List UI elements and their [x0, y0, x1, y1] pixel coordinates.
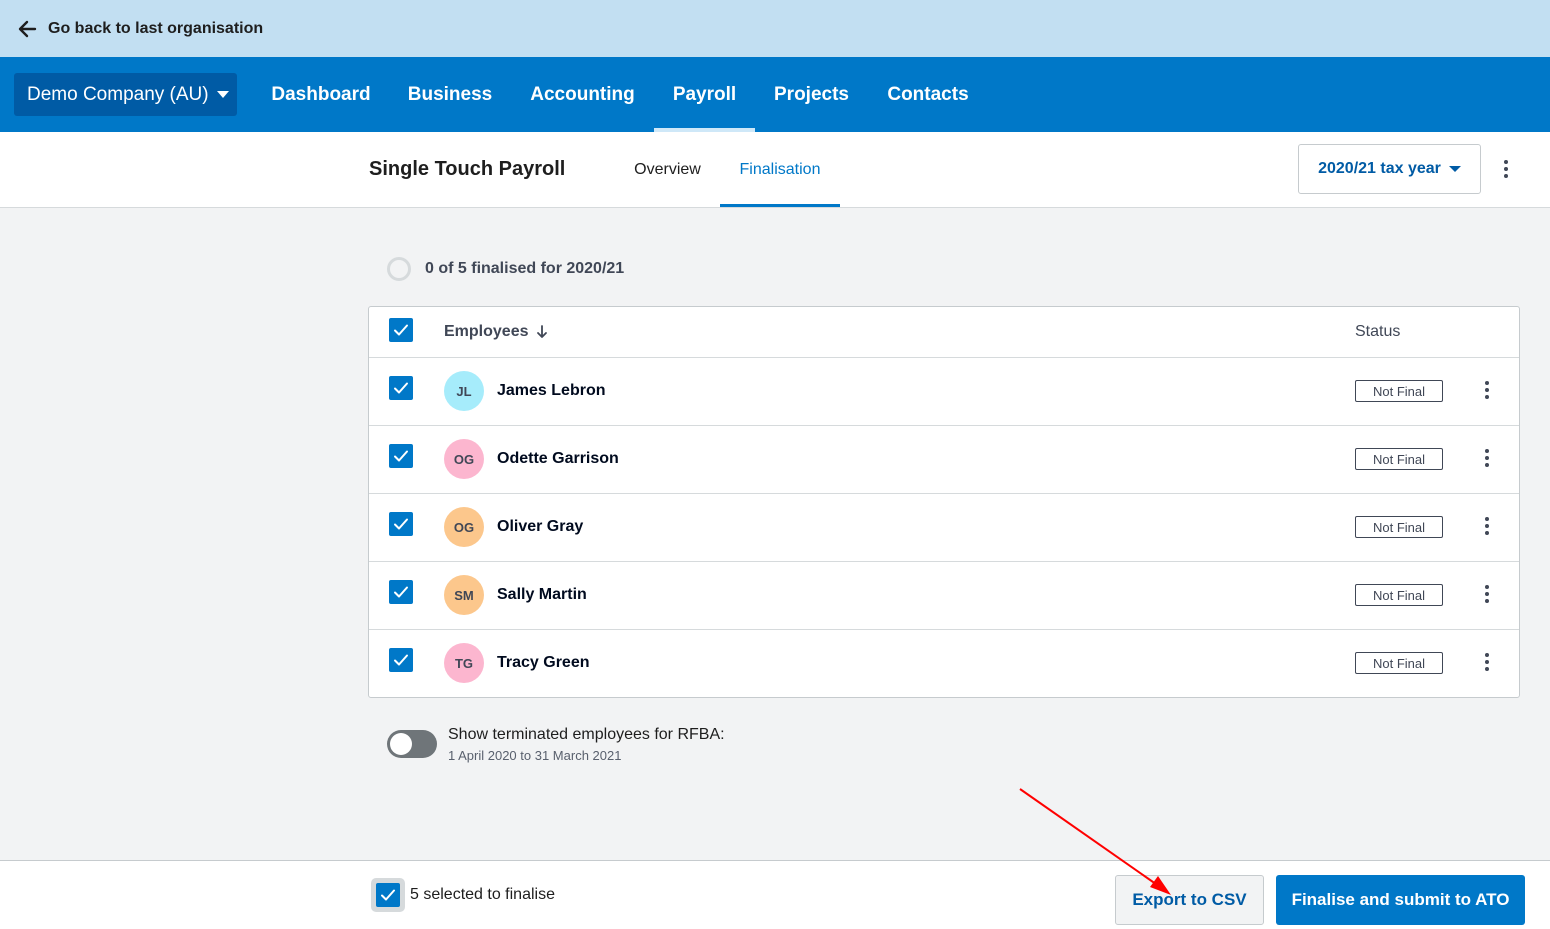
- nav-payroll[interactable]: Payroll: [654, 57, 755, 132]
- status-badge: Not Final: [1355, 448, 1443, 470]
- tab-overview[interactable]: Overview: [620, 132, 715, 207]
- checkmark-icon: [381, 889, 395, 901]
- table-header: Employees Status: [369, 307, 1519, 358]
- checkmark-icon: [394, 324, 408, 336]
- row-more-options-icon[interactable]: [1477, 514, 1497, 538]
- employee-name[interactable]: Sally Martin: [497, 586, 587, 604]
- checkmark-icon: [394, 518, 408, 530]
- checkmark-icon: [394, 382, 408, 394]
- toggle-sublabel: 1 April 2020 to 31 March 2021: [448, 748, 622, 763]
- go-back-bar[interactable]: Go back to last organisation: [0, 0, 1550, 57]
- nav-dashboard[interactable]: Dashboard: [257, 57, 385, 132]
- nav-projects[interactable]: Projects: [760, 57, 863, 132]
- table-row[interactable]: OG Oliver Gray Not Final: [369, 494, 1519, 562]
- row-checkbox[interactable]: [389, 444, 413, 468]
- row-checkbox[interactable]: [389, 580, 413, 604]
- employees-header-label: Employees: [444, 323, 529, 340]
- terminated-employees-toggle[interactable]: [387, 730, 437, 758]
- row-more-options-icon[interactable]: [1477, 378, 1497, 402]
- toggle-label: Show terminated employees for RFBA:: [448, 726, 725, 743]
- caret-down-icon: [1448, 166, 1461, 172]
- export-csv-button[interactable]: Export to CSV: [1115, 875, 1264, 925]
- row-checkbox[interactable]: [389, 648, 413, 672]
- organisation-name: Demo Company (AU): [27, 83, 209, 105]
- table-row[interactable]: SM Sally Martin Not Final: [369, 562, 1519, 630]
- tab-finalisation[interactable]: Finalisation: [720, 132, 840, 207]
- page-title: Single Touch Payroll: [369, 158, 566, 180]
- employees-table: Employees Status JL James Lebron Not Final…: [368, 306, 1520, 698]
- table-row[interactable]: JL James Lebron Not Final: [369, 358, 1519, 426]
- nav-contacts[interactable]: Contacts: [873, 57, 983, 132]
- checkmark-icon: [394, 586, 408, 598]
- go-back-label: Go back to last organisation: [48, 19, 264, 37]
- status-badge: Not Final: [1355, 584, 1443, 606]
- tax-year-label: 2020/21 tax year: [1318, 160, 1441, 177]
- row-checkbox[interactable]: [389, 376, 413, 400]
- row-more-options-icon[interactable]: [1477, 650, 1497, 674]
- organisation-switcher[interactable]: Demo Company (AU): [14, 73, 237, 116]
- caret-down-icon: [216, 91, 229, 98]
- status-column-header: Status: [1355, 323, 1401, 340]
- row-more-options-icon[interactable]: [1477, 582, 1497, 606]
- avatar: OG: [444, 439, 484, 479]
- employee-name[interactable]: Oliver Gray: [497, 518, 583, 536]
- avatar: SM: [444, 575, 484, 615]
- more-options-icon[interactable]: [1496, 157, 1516, 181]
- arrow-left-icon: [18, 20, 37, 37]
- row-checkbox[interactable]: [389, 512, 413, 536]
- table-row[interactable]: OG Odette Garrison Not Final: [369, 426, 1519, 494]
- status-badge: Not Final: [1355, 516, 1443, 538]
- top-navigation: Demo Company (AU) Dashboard Business Acc…: [0, 57, 1550, 132]
- status-badge: Not Final: [1355, 652, 1443, 674]
- nav-accounting[interactable]: Accounting: [516, 57, 649, 132]
- avatar: TG: [444, 643, 484, 683]
- footer-bar: 5 selected to finalise Export to CSV Fin…: [0, 860, 1550, 929]
- employee-name[interactable]: Odette Garrison: [497, 450, 619, 468]
- employee-name[interactable]: James Lebron: [497, 382, 605, 400]
- nav-business[interactable]: Business: [394, 57, 506, 132]
- employee-name[interactable]: Tracy Green: [497, 654, 590, 672]
- progress-ring-icon: [387, 257, 411, 281]
- checkmark-icon: [394, 654, 408, 666]
- finalised-progress: 0 of 5 finalised for 2020/21: [387, 257, 624, 281]
- progress-text: 0 of 5 finalised for 2020/21: [425, 260, 625, 277]
- page-header: Single Touch Payroll Overview Finalisati…: [0, 132, 1550, 208]
- avatar: OG: [444, 507, 484, 547]
- selected-checkbox-wrap: [371, 878, 405, 912]
- avatar: JL: [444, 371, 484, 411]
- selected-checkbox[interactable]: [376, 883, 400, 907]
- status-badge: Not Final: [1355, 380, 1443, 402]
- table-row[interactable]: TG Tracy Green Not Final: [369, 630, 1519, 698]
- checkmark-icon: [394, 450, 408, 462]
- finalise-submit-button[interactable]: Finalise and submit to ATO: [1276, 875, 1525, 925]
- select-all-checkbox[interactable]: [389, 318, 413, 342]
- row-more-options-icon[interactable]: [1477, 446, 1497, 470]
- tax-year-dropdown[interactable]: 2020/21 tax year: [1298, 144, 1481, 194]
- selected-count-text: 5 selected to finalise: [410, 886, 555, 903]
- sort-down-arrow-icon: [537, 325, 548, 338]
- employees-column-header[interactable]: Employees: [444, 323, 548, 341]
